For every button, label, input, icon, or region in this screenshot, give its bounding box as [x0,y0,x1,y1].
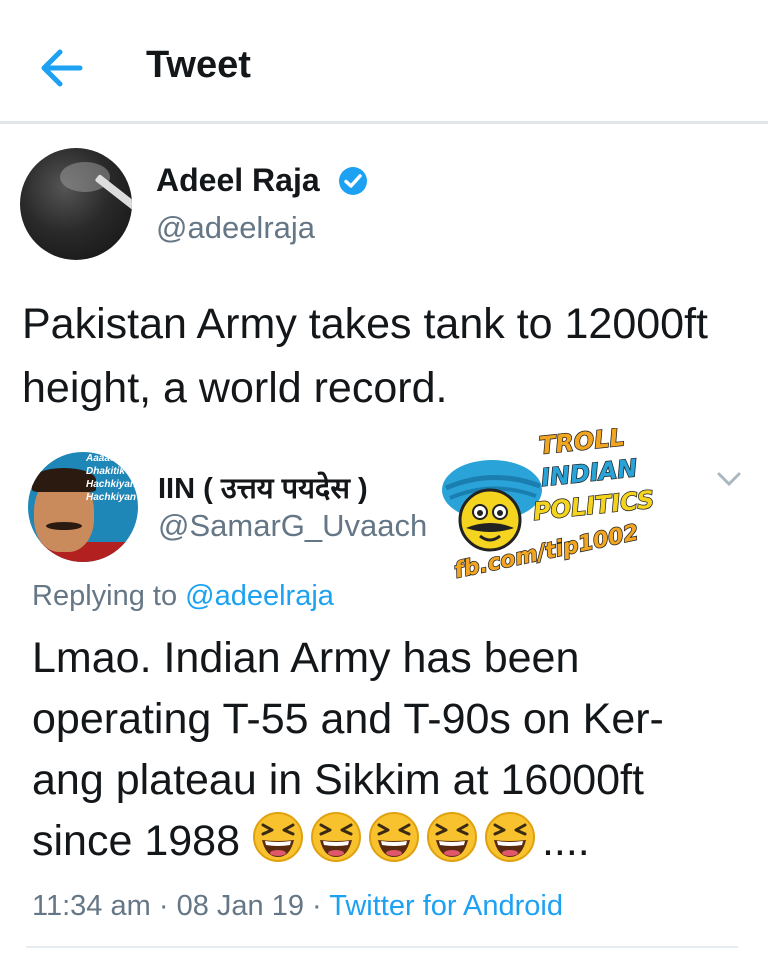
tweet-source-link[interactable]: Twitter for Android [329,890,563,922]
avatar-caption: Aaaao Dhakitik Hachkiyan Hachkiyan [86,453,137,503]
laughing-squint-face-icon [484,812,535,862]
reply-author-name[interactable]: IIN ( उत्तय पयदेस ) [158,468,368,507]
author-avatar[interactable] [20,148,132,260]
reply-text: Lmao. Indian Army has been operating T-5… [32,634,664,865]
laughing-squint-face-icon [252,812,303,862]
author-name[interactable]: Adeel Raja [156,162,320,199]
reply-author-handle[interactable]: @SamarG_Uvaach [158,508,427,544]
laughing-squint-face-icon [368,812,419,862]
page-title: Tweet [146,44,251,86]
verified-badge-icon [339,167,367,195]
laughing-squint-face-icon [310,812,361,862]
tweet-text: Pakistan Army takes tank to 12000ft heig… [22,300,708,412]
app-header: Tweet [0,0,768,124]
author-handle[interactable]: @adeelraja [156,210,315,246]
logo-line-2: INDIAN [540,454,639,492]
tweet-date: 08 Jan 19 [176,890,304,922]
back-button[interactable] [34,40,90,96]
back-arrow-icon [41,49,83,87]
tweet-meta: 11:34 am · 08 Jan 19 · Twitter for Andro… [32,890,563,922]
logo-line-3: POLITICS [532,485,656,526]
replying-to-mention[interactable]: @adeelraja [185,580,334,612]
replying-to-line: Replying to @adeelraja [32,580,334,612]
chevron-down-icon[interactable] [716,470,742,488]
divider [26,946,738,948]
laughing-squint-face-icon [426,812,477,862]
logo-line-1: TROLL [538,428,626,460]
tweet-time: 11:34 am [32,890,151,922]
troll-indian-politics-logo: TROLL INDIAN POLITICS fb.com/tip1002 [442,428,656,585]
reply-author-avatar[interactable]: Aaaao Dhakitik Hachkiyan Hachkiyan [28,452,138,562]
